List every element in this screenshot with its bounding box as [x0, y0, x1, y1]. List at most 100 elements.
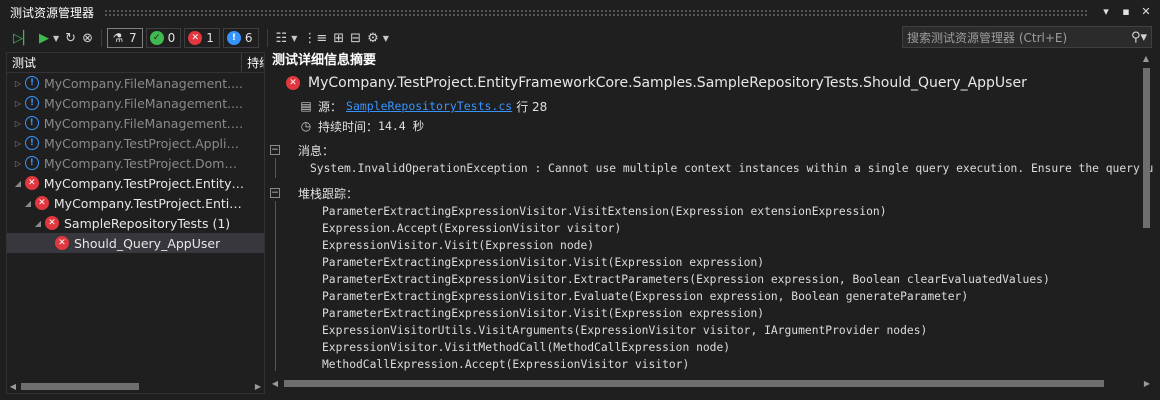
drag-grip[interactable]	[104, 8, 1088, 16]
tree-row[interactable]: ◢ ✕ SampleRepositoryTests (1)	[7, 213, 244, 233]
scroll-thumb[interactable]	[21, 382, 139, 390]
collapse-stack-icon[interactable]: −	[270, 188, 280, 198]
detail-vertical-scrollbar[interactable]: ▲	[1138, 54, 1154, 374]
tree-row-label: Should_Query_AppUser	[74, 235, 221, 251]
tree-row-label: MyCompany.FileManagement.E...	[43, 115, 244, 131]
stack-trace-lines: ParameterExtractingExpressionVisitor.Vis…	[298, 203, 1154, 373]
tree-row-label: SampleRepositoryTests (1)	[64, 215, 231, 231]
total-tests-filter[interactable]: ⚗ 7	[106, 28, 143, 48]
stack-frame[interactable]: ParameterExtractingExpressionVisitor.Ext…	[310, 271, 1154, 288]
source-label: 源：	[318, 99, 343, 114]
info-status-icon: !	[24, 116, 39, 130]
search-box[interactable]: 搜索测试资源管理器 (Ctrl+E) ⚲▾	[902, 26, 1152, 48]
flask-icon: ⚗	[112, 31, 124, 45]
detail-summary-header: 测试详细信息摘要	[272, 53, 377, 68]
expand-arrow-icon[interactable]: ▷	[13, 139, 23, 148]
scroll-up-icon[interactable]: ▲	[1138, 54, 1154, 68]
window-titlebar: 测试资源管理器 ▾ ▪ ✕	[0, 0, 1160, 24]
stack-frame[interactable]: ParameterExtractingExpressionVisitor.Vis…	[310, 203, 1154, 220]
tree-row-label: MyCompany.FileManagement....	[44, 75, 243, 91]
stack-trace-section: − 堆栈跟踪： ParameterExtractingExpressionVis…	[268, 185, 1154, 373]
duration-label: 持续时间：	[318, 119, 379, 134]
window-menu-icon[interactable]: ▾	[1098, 4, 1114, 20]
expand-arrow-icon[interactable]: ▷	[13, 99, 23, 108]
scroll-left-icon[interactable]: ◀	[7, 382, 19, 391]
expand-arrow-icon[interactable]: ▷	[13, 79, 23, 88]
detail-horizontal-scrollbar[interactable]: ◀ ▶	[268, 376, 1154, 390]
failed-status-icon: ✕	[286, 76, 300, 90]
tree-row-label: MyCompany.FileManagement....	[44, 95, 243, 111]
section-guide-line	[275, 201, 276, 371]
failed-status-icon: ✕	[55, 236, 69, 250]
stack-frame[interactable]: ParameterExtractingExpressionVisitor.Vis…	[310, 305, 1154, 322]
stack-frame[interactable]: ParameterExtractingExpressionVisitor.Eva…	[310, 288, 1154, 305]
tree-row[interactable]: ◢ ✕ MyCompany.TestProject.EntityF...	[7, 173, 244, 193]
test-full-name: MyCompany.TestProject.EntityFrameworkCor…	[308, 75, 1027, 91]
failed-status-icon: ✕	[45, 216, 59, 230]
tree-row[interactable]: ▷ ! MyCompany.FileManagement....	[7, 73, 244, 93]
tree-header: 测试 持续	[7, 53, 264, 73]
settings-dropdown-icon[interactable]: ▼	[380, 28, 392, 48]
collapse-all-icon[interactable]: ⊟	[347, 28, 364, 48]
collapse-arrow-icon[interactable]: ◢	[23, 199, 33, 208]
source-file-link[interactable]: SampleRepositoryTests.cs	[346, 99, 512, 113]
tree-row[interactable]: ◢ ✕ MyCompany.TestProject.Entit...	[7, 193, 244, 213]
pin-icon[interactable]: ▪	[1118, 4, 1134, 20]
collapse-message-icon[interactable]: −	[270, 145, 280, 155]
search-input[interactable]: 搜索测试资源管理器 (Ctrl+E)	[907, 29, 1127, 46]
tree-row-selected[interactable]: ✕ Should_Query_AppUser	[7, 233, 264, 253]
tree-row[interactable]: ▷ ! MyCompany.FileManagement.E...	[7, 113, 244, 133]
error-message: System.InvalidOperationException : Canno…	[310, 162, 1154, 175]
tree-row[interactable]: ▷ ! MyCompany.TestProject.Domai...	[7, 153, 244, 173]
stack-frame[interactable]: MethodCallExpression.Accept(ExpressionVi…	[310, 356, 1154, 373]
collapse-arrow-icon[interactable]: ◢	[13, 179, 23, 188]
message-section: − 消息： System.InvalidOperationException :…	[268, 142, 1154, 178]
scroll-thumb[interactable]	[284, 379, 1104, 387]
expand-arrow-icon[interactable]: ▷	[13, 119, 23, 128]
toolbar: ▷▏ ▶ ▼ ↻ ⊗ ⚗ 7 ✓ 0 ✕ 1 ! 6 ☷ ▼ ⋮≡ ⊞ ⊟ ⚙ …	[0, 24, 1160, 52]
stack-frame[interactable]: ExpressionVisitor.Visit(Expression node)	[310, 237, 1154, 254]
tree-row-label: MyCompany.TestProject.Applic...	[43, 135, 244, 151]
message-label: 消息：	[298, 144, 335, 158]
tree-row[interactable]: ▷ ! MyCompany.TestProject.Applic...	[7, 133, 244, 153]
total-count: 7	[128, 31, 137, 45]
duration-line: ◷ 持续时间： 14.4 秒	[268, 116, 1154, 136]
duration-value: 14.4 秒	[378, 119, 425, 133]
column-header-test[interactable]: 测试	[7, 53, 243, 72]
document-icon: ▤	[300, 99, 312, 113]
rerun-icon[interactable]: ↻	[62, 28, 79, 48]
scroll-right-icon[interactable]: ▶	[1140, 379, 1154, 388]
cancel-run-icon[interactable]: ⊗	[79, 28, 96, 48]
close-icon[interactable]: ✕	[1138, 4, 1154, 20]
test-detail-pane: 测试详细信息摘要 ✕ MyCompany.TestProject.EntityF…	[268, 52, 1154, 394]
run-all-icon[interactable]: ▷▏	[10, 28, 36, 48]
failed-status-icon: ✕	[34, 196, 49, 210]
window-title: 测试资源管理器	[10, 5, 95, 20]
tree-horizontal-scrollbar[interactable]: ◀ ▶	[7, 379, 264, 393]
info-status-icon: !	[24, 156, 39, 170]
expand-all-icon[interactable]: ⊞	[330, 28, 347, 48]
info-tests-filter[interactable]: ! 6	[222, 28, 259, 48]
column-header-duration[interactable]: 持续	[242, 53, 264, 72]
scroll-thumb[interactable]	[1143, 68, 1150, 228]
tree-row-label: MyCompany.TestProject.Domai...	[43, 155, 244, 171]
stack-frame[interactable]: ExpressionVisitorUtils.VisitArguments(Ex…	[310, 322, 1154, 339]
run-dropdown-icon[interactable]: ▼	[50, 28, 62, 48]
expand-arrow-icon[interactable]: ▷	[13, 159, 23, 168]
stack-frame[interactable]: Expression.Accept(ExpressionVisitor visi…	[310, 220, 1154, 237]
playlist-dropdown-icon[interactable]: ▼	[288, 28, 300, 48]
info-icon: !	[226, 31, 241, 45]
tree-rows: ▷ ! MyCompany.FileManagement.... ▷ ! MyC…	[7, 73, 264, 373]
tree-row-label: MyCompany.TestProject.Entit...	[53, 195, 244, 211]
failed-tests-filter[interactable]: ✕ 1	[184, 28, 220, 48]
group-by-icon[interactable]: ⋮≡	[300, 28, 330, 48]
failed-count: 1	[206, 31, 214, 45]
search-icon[interactable]: ⚲▾	[1127, 30, 1151, 45]
scroll-left-icon[interactable]: ◀	[268, 379, 282, 388]
passed-tests-filter[interactable]: ✓ 0	[145, 28, 182, 48]
collapse-arrow-icon[interactable]: ◢	[33, 219, 43, 228]
stack-frame[interactable]: ParameterExtractingExpressionVisitor.Vis…	[310, 254, 1154, 271]
tree-row[interactable]: ▷ ! MyCompany.FileManagement....	[7, 93, 244, 113]
scroll-right-icon[interactable]: ▶	[252, 382, 264, 391]
stack-frame[interactable]: ExpressionVisitor.VisitMethodCall(Method…	[310, 339, 1154, 356]
